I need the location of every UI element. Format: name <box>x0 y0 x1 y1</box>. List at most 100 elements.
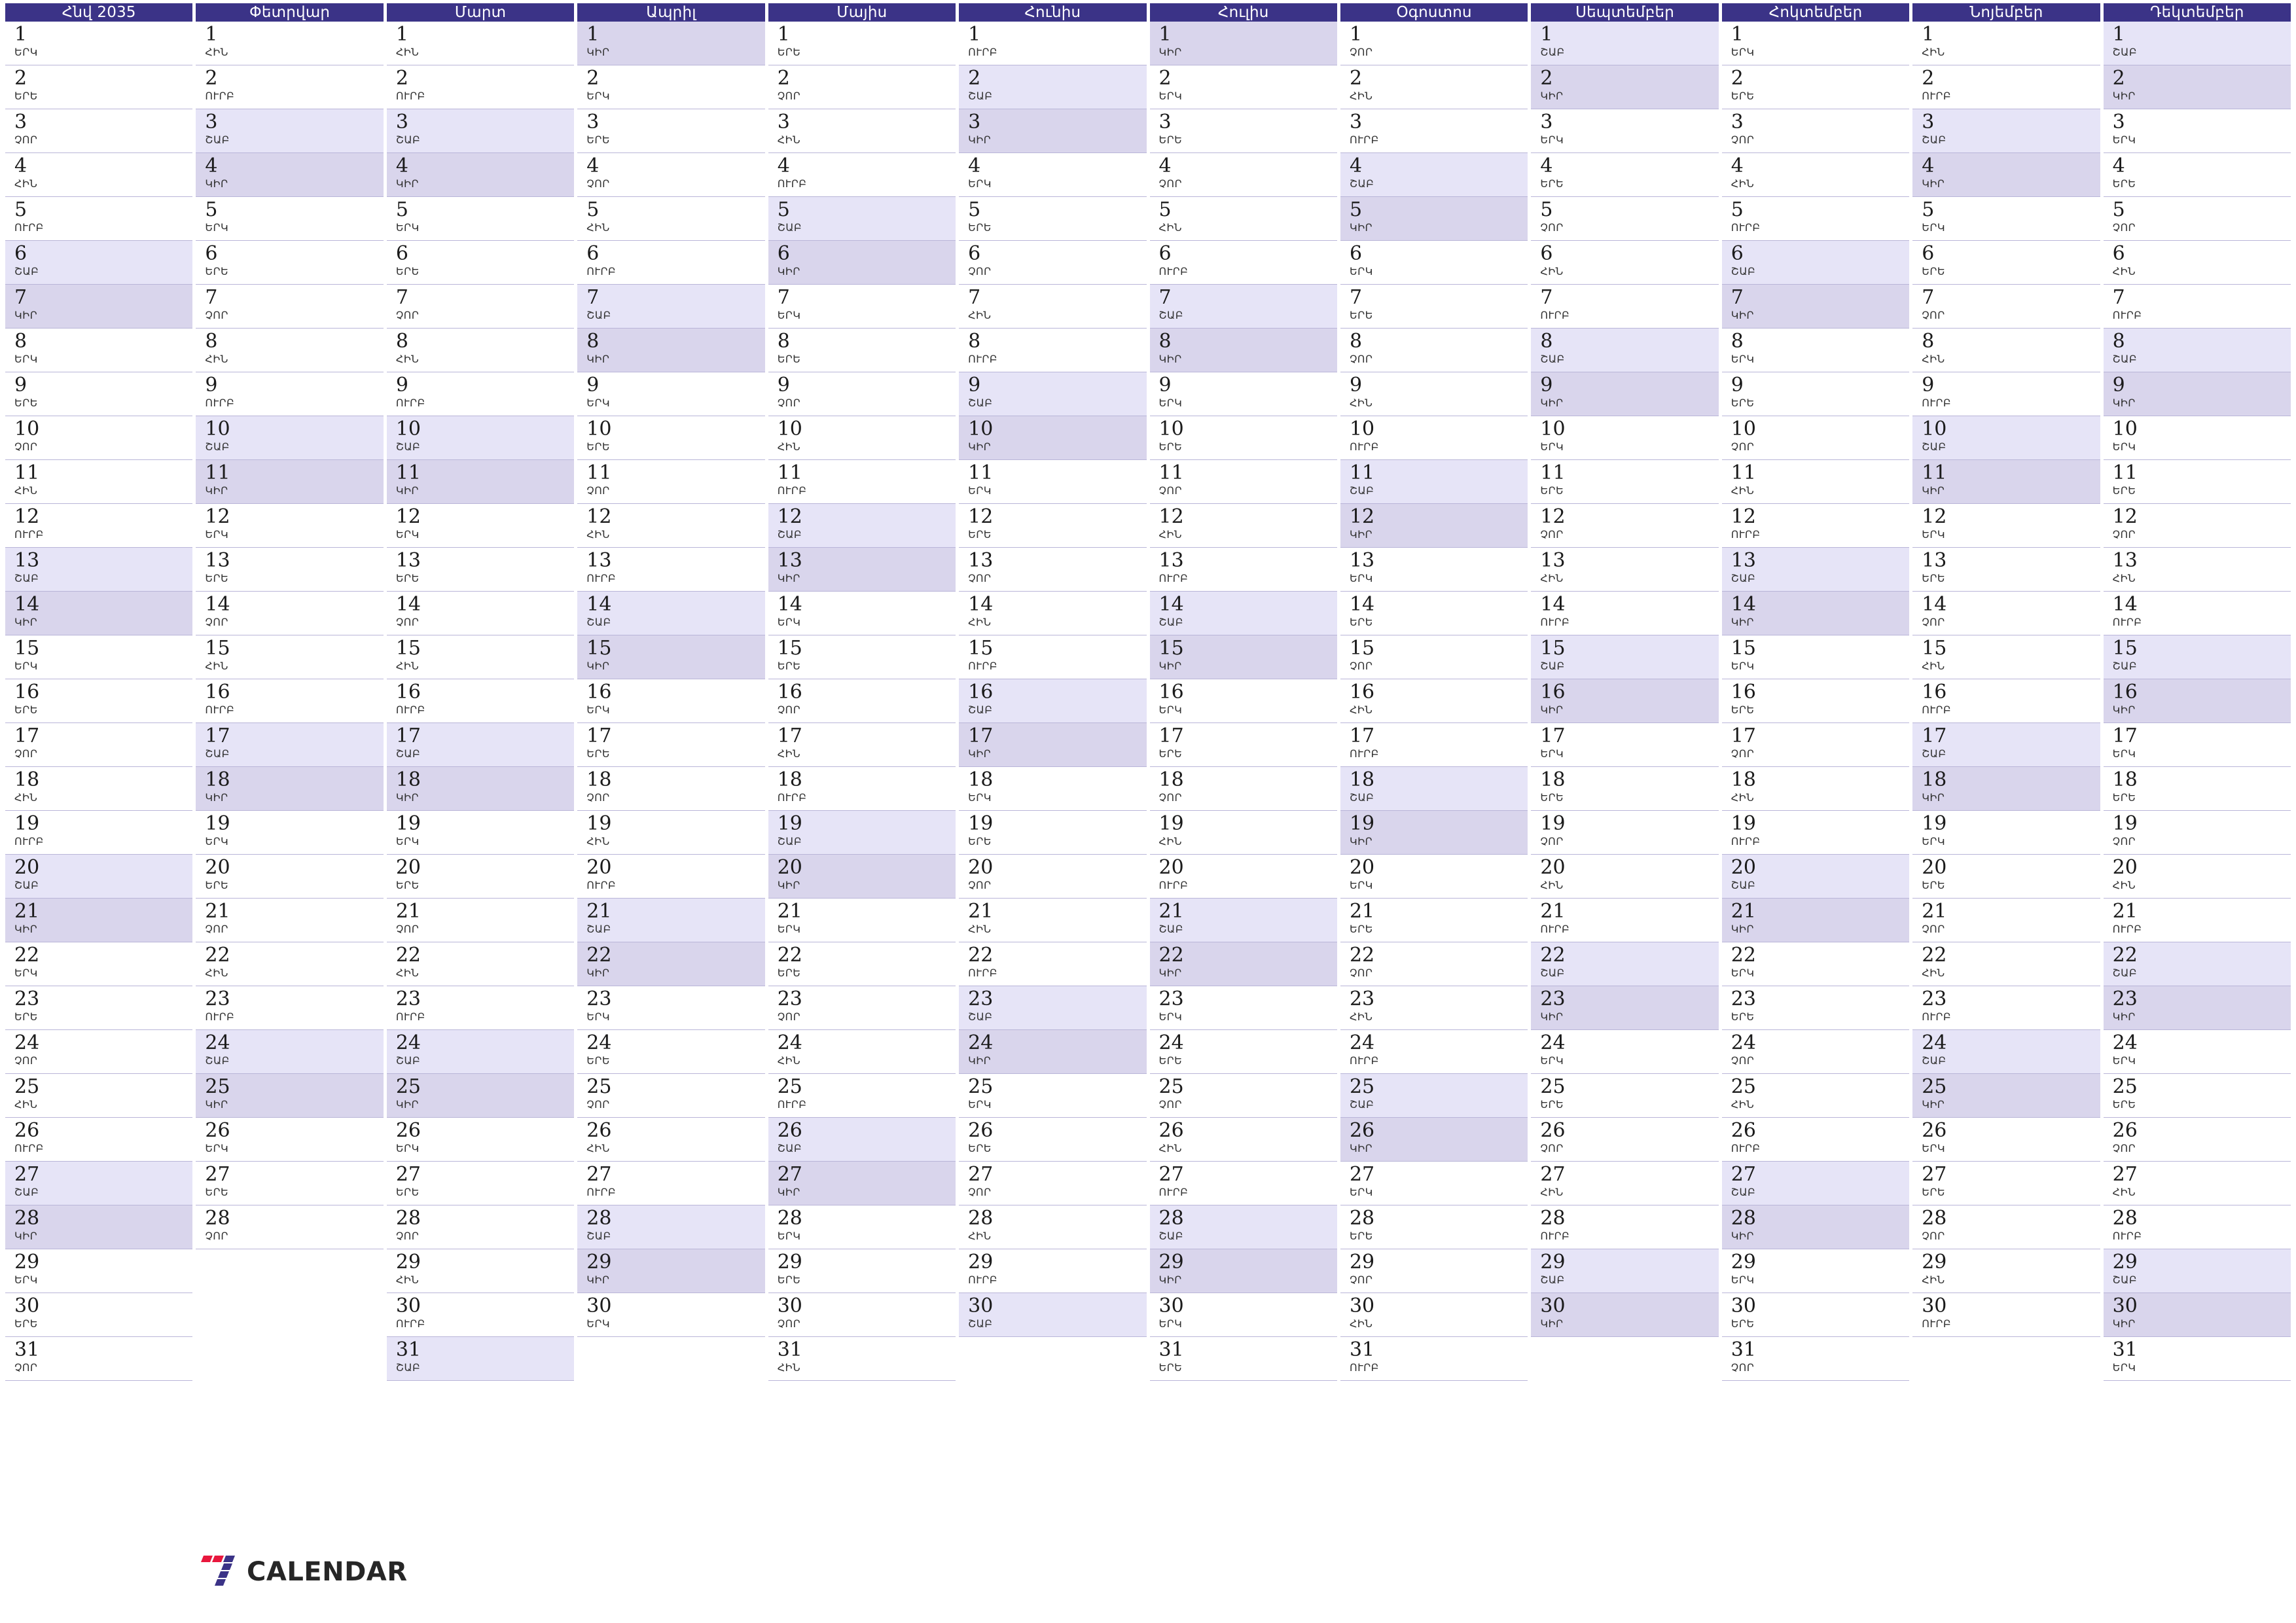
day-cell[interactable]: 27 ԿԻՐ <box>768 1162 956 1205</box>
day-cell[interactable]: 16 ՈՒՐԲ <box>1912 679 2100 723</box>
month-header[interactable]: Հնվ 2035 <box>5 3 193 22</box>
day-cell[interactable]: 3 ԵՐԿ <box>2103 109 2291 153</box>
day-cell[interactable]: 1 ԵՐԵ <box>768 22 956 65</box>
day-cell[interactable]: 9 ԵՐԿ <box>577 372 765 416</box>
day-cell[interactable]: 11 ԿԻՐ <box>1912 460 2100 504</box>
day-cell[interactable]: 19 ՀԻՆ <box>1149 811 1337 855</box>
day-cell[interactable]: 1 ԿԻՐ <box>1149 22 1337 65</box>
day-cell[interactable]: 6 ՇԱԲ <box>5 241 193 285</box>
month-header[interactable]: Նոյեմբեր <box>1912 3 2100 22</box>
day-cell[interactable]: 10 ՈՒՐԲ <box>1340 416 1528 460</box>
day-cell[interactable]: 23 ՈՒՐԲ <box>196 986 384 1030</box>
day-cell[interactable]: 21 ԿԻՐ <box>5 899 193 942</box>
day-cell[interactable]: 21 ԵՐԵ <box>1340 899 1528 942</box>
day-cell[interactable]: 21 ՇԱԲ <box>577 899 765 942</box>
day-cell[interactable]: 31 ԵՐԿ <box>2103 1337 2291 1381</box>
day-cell[interactable]: 13 ՈՒՐԲ <box>1149 548 1337 592</box>
day-cell[interactable]: 29 ՀԻՆ <box>1912 1249 2100 1293</box>
month-header[interactable]: Սեպտեմբեր <box>1531 3 1719 22</box>
day-cell[interactable]: 13 ՇԱԲ <box>1721 548 1910 592</box>
day-cell[interactable]: 3 ԵՐԿ <box>1531 109 1719 153</box>
day-cell[interactable]: 26 ՀԻՆ <box>1149 1118 1337 1162</box>
day-cell[interactable]: 23 ԵՐԵ <box>1721 986 1910 1030</box>
day-cell[interactable]: 19 ԵՐԿ <box>196 811 384 855</box>
day-cell[interactable]: 12 ՉՈՐ <box>1531 504 1719 548</box>
day-cell[interactable]: 22 ԿԻՐ <box>577 942 765 986</box>
day-cell[interactable]: 10 ՇԱԲ <box>196 416 384 460</box>
day-cell[interactable]: 22 ՇԱԲ <box>2103 942 2291 986</box>
day-cell[interactable]: 16 ԿԻՐ <box>2103 679 2291 723</box>
day-cell[interactable]: 9 ՀԻՆ <box>1340 372 1528 416</box>
day-cell[interactable]: 7 ԵՐԿ <box>768 285 956 329</box>
day-cell[interactable]: 8 ՉՈՐ <box>1340 329 1528 372</box>
day-cell[interactable]: 4 ՀԻՆ <box>5 153 193 197</box>
day-cell[interactable]: 25 ՉՈՐ <box>1149 1074 1337 1118</box>
day-cell[interactable]: 24 ԵՐԵ <box>577 1030 765 1074</box>
day-cell[interactable]: 15 ՀԻՆ <box>1912 635 2100 679</box>
day-cell[interactable]: 18 ԿԻՐ <box>1912 767 2100 811</box>
day-cell[interactable]: 12 ԵՐԿ <box>196 504 384 548</box>
day-cell[interactable]: 12 ՉՈՐ <box>2103 504 2291 548</box>
day-cell[interactable]: 5 ՇԱԲ <box>768 197 956 241</box>
day-cell[interactable]: 10 ԵՐԵ <box>1149 416 1337 460</box>
day-cell[interactable]: 21 ՉՈՐ <box>1912 899 2100 942</box>
day-cell[interactable]: 22 ԿԻՐ <box>1149 942 1337 986</box>
day-cell[interactable]: 22 ՇԱԲ <box>1531 942 1719 986</box>
day-cell[interactable]: 17 ԵՐԿ <box>1531 723 1719 767</box>
day-cell[interactable]: 11 ՉՈՐ <box>1149 460 1337 504</box>
day-cell[interactable]: 19 ՈՒՐԲ <box>1721 811 1910 855</box>
day-cell[interactable]: 30 ԿԻՐ <box>1531 1293 1719 1337</box>
day-cell[interactable]: 14 ԵՐԿ <box>768 592 956 635</box>
day-cell[interactable]: 27 ՇԱԲ <box>5 1162 193 1205</box>
day-cell[interactable]: 9 ԵՐԵ <box>5 372 193 416</box>
day-cell[interactable]: 20 ՀԻՆ <box>2103 855 2291 899</box>
day-cell[interactable]: 28 ՉՈՐ <box>196 1205 384 1249</box>
day-cell[interactable]: 26 ՉՈՐ <box>2103 1118 2291 1162</box>
day-cell[interactable]: 2 ԵՐԵ <box>5 65 193 109</box>
day-cell[interactable]: 30 ՈՒՐԲ <box>1912 1293 2100 1337</box>
day-cell[interactable]: 16 ԵՐԵ <box>5 679 193 723</box>
day-cell[interactable]: 25 ՇԱԲ <box>1340 1074 1528 1118</box>
day-cell[interactable]: 10 ՉՈՐ <box>5 416 193 460</box>
day-cell[interactable]: 1 ԵՐԿ <box>1721 22 1910 65</box>
day-cell[interactable]: 6 ՇԱԲ <box>1721 241 1910 285</box>
day-cell[interactable]: 15 ՇԱԲ <box>1531 635 1719 679</box>
day-cell[interactable]: 18 ԵՐԵ <box>1531 767 1719 811</box>
day-cell[interactable]: 26 ԵՐԵ <box>959 1118 1147 1162</box>
day-cell[interactable]: 29 ՈՒՐԲ <box>959 1249 1147 1293</box>
day-cell[interactable]: 25 ԵՐԵ <box>2103 1074 2291 1118</box>
day-cell[interactable]: 16 ՈՒՐԲ <box>386 679 575 723</box>
day-cell[interactable]: 16 ՉՈՐ <box>768 679 956 723</box>
day-cell[interactable]: 25 ՀԻՆ <box>5 1074 193 1118</box>
day-cell[interactable]: 13 ԿԻՐ <box>768 548 956 592</box>
day-cell[interactable]: 24 ՈՒՐԲ <box>1340 1030 1528 1074</box>
day-cell[interactable]: 7 ԿԻՐ <box>5 285 193 329</box>
day-cell[interactable]: 17 ՇԱԲ <box>1912 723 2100 767</box>
day-cell[interactable]: 13 ԵՐԵ <box>196 548 384 592</box>
day-cell[interactable]: 13 ԵՐԵ <box>1912 548 2100 592</box>
day-cell[interactable]: 11 ՇԱԲ <box>1340 460 1528 504</box>
day-cell[interactable]: 20 ՇԱԲ <box>1721 855 1910 899</box>
day-cell[interactable]: 22 ԵՐԿ <box>5 942 193 986</box>
day-cell[interactable]: 23 ՀԻՆ <box>1340 986 1528 1030</box>
day-cell[interactable]: 2 ԿԻՐ <box>1531 65 1719 109</box>
day-cell[interactable]: 7 ՉՈՐ <box>1912 285 2100 329</box>
day-cell[interactable]: 6 ՈՒՐԲ <box>577 241 765 285</box>
day-cell[interactable]: 17 ՇԱԲ <box>196 723 384 767</box>
day-cell[interactable]: 27 ՀԻՆ <box>2103 1162 2291 1205</box>
month-header[interactable]: Հոկտեմբեր <box>1721 3 1910 22</box>
day-cell[interactable]: 13 ՀԻՆ <box>1531 548 1719 592</box>
day-cell[interactable]: 8 ԿԻՐ <box>1149 329 1337 372</box>
day-cell[interactable]: 7 ՀԻՆ <box>959 285 1147 329</box>
day-cell[interactable]: 12 ԵՐԿ <box>1912 504 2100 548</box>
day-cell[interactable]: 2 ՈՒՐԲ <box>1912 65 2100 109</box>
day-cell[interactable]: 13 ԵՐԵ <box>386 548 575 592</box>
day-cell[interactable]: 12 ԿԻՐ <box>1340 504 1528 548</box>
day-cell[interactable]: 27 ՈՒՐԲ <box>1149 1162 1337 1205</box>
day-cell[interactable]: 22 ՀԻՆ <box>1912 942 2100 986</box>
day-cell[interactable]: 7 ՈՒՐԲ <box>1531 285 1719 329</box>
day-cell[interactable]: 29 ՉՈՐ <box>1340 1249 1528 1293</box>
day-cell[interactable]: 5 ՉՈՐ <box>2103 197 2291 241</box>
day-cell[interactable]: 18 ԿԻՐ <box>196 767 384 811</box>
day-cell[interactable]: 20 ԵՐԵ <box>196 855 384 899</box>
